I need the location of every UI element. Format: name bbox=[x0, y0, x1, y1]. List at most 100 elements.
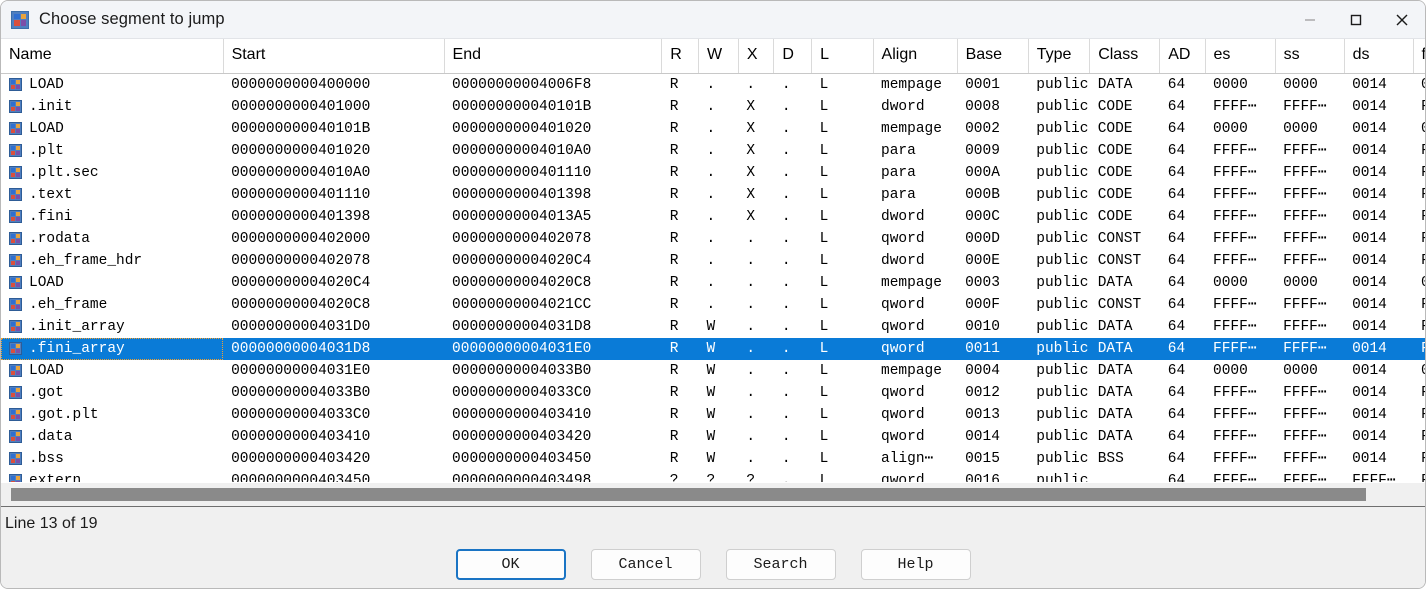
cell-name: .fini bbox=[1, 206, 223, 228]
table-row[interactable]: .plt000000000040102000000000004010A0R.X.… bbox=[1, 140, 1425, 162]
cell-ss: FFFF⋯ bbox=[1275, 162, 1344, 184]
table-row[interactable]: .eh_frame00000000004020C800000000004021C… bbox=[1, 294, 1425, 316]
cell-fs: FFFF⋯ bbox=[1413, 140, 1425, 162]
column-header-align[interactable]: Align bbox=[873, 39, 957, 73]
horizontal-scrollbar[interactable] bbox=[1, 482, 1425, 506]
cell-w: . bbox=[698, 250, 738, 272]
dialog-button-bar: OK Cancel Search Help bbox=[1, 540, 1425, 588]
title-bar: Choose segment to jump bbox=[1, 1, 1425, 39]
cell-r: R bbox=[662, 272, 699, 294]
cell-base: 0015 bbox=[957, 448, 1028, 470]
cell-w: . bbox=[698, 96, 738, 118]
cell-ss: FFFF⋯ bbox=[1275, 228, 1344, 250]
segment-name-label: LOAD bbox=[29, 273, 64, 293]
segment-table-area[interactable]: Name Start End R W X D L Align Base Type… bbox=[1, 39, 1425, 482]
cell-base: 000A bbox=[957, 162, 1028, 184]
cell-d: . bbox=[774, 73, 812, 96]
maximize-icon[interactable] bbox=[1333, 1, 1379, 39]
column-header-r[interactable]: R bbox=[662, 39, 699, 73]
column-header-base[interactable]: Base bbox=[957, 39, 1028, 73]
column-header-w[interactable]: W bbox=[698, 39, 738, 73]
minimize-icon[interactable] bbox=[1287, 1, 1333, 39]
search-button[interactable]: Search bbox=[726, 549, 836, 580]
table-row[interactable]: .data00000000004034100000000000403420RW.… bbox=[1, 426, 1425, 448]
table-row[interactable]: .got.plt00000000004033C00000000000403410… bbox=[1, 404, 1425, 426]
cell-w: . bbox=[698, 140, 738, 162]
cell-ss: FFFF⋯ bbox=[1275, 294, 1344, 316]
cell-start: 00000000004033B0 bbox=[223, 382, 444, 404]
table-row[interactable]: extern00000000004034500000000000403498??… bbox=[1, 470, 1425, 483]
cell-type: public bbox=[1028, 382, 1089, 404]
cell-d: . bbox=[774, 228, 812, 250]
column-header-l[interactable]: L bbox=[812, 39, 873, 73]
cell-base: 0013 bbox=[957, 404, 1028, 426]
cell-name: extern bbox=[1, 470, 223, 483]
column-header-d[interactable]: D bbox=[774, 39, 812, 73]
cell-type: public bbox=[1028, 206, 1089, 228]
cell-l: L bbox=[812, 294, 873, 316]
table-row[interactable]: .rodata00000000004020000000000000402078R… bbox=[1, 228, 1425, 250]
cell-d: . bbox=[774, 96, 812, 118]
help-button[interactable]: Help bbox=[861, 549, 971, 580]
cell-es: FFFF⋯ bbox=[1205, 470, 1275, 483]
table-row[interactable]: .text00000000004011100000000000401398R.X… bbox=[1, 184, 1425, 206]
cell-es: FFFF⋯ bbox=[1205, 294, 1275, 316]
cell-ad: 64 bbox=[1160, 118, 1205, 140]
cell-type: public bbox=[1028, 96, 1089, 118]
column-header-ad[interactable]: AD bbox=[1160, 39, 1205, 73]
segment-icon bbox=[9, 100, 22, 113]
segment-name-label: LOAD bbox=[29, 361, 64, 381]
cancel-button[interactable]: Cancel bbox=[591, 549, 701, 580]
column-header-ds[interactable]: ds bbox=[1344, 39, 1413, 73]
column-header-es[interactable]: es bbox=[1205, 39, 1275, 73]
cell-r: R bbox=[662, 140, 699, 162]
cell-name: .init bbox=[1, 96, 223, 118]
column-header-end[interactable]: End bbox=[444, 39, 662, 73]
ok-button[interactable]: OK bbox=[456, 549, 566, 580]
table-row[interactable]: LOAD000000000040000000000000004006F8R...… bbox=[1, 73, 1425, 96]
scrollbar-thumb[interactable] bbox=[11, 488, 1366, 501]
segment-icon bbox=[9, 232, 22, 245]
cell-ad: 64 bbox=[1160, 96, 1205, 118]
column-header-class[interactable]: Class bbox=[1090, 39, 1160, 73]
cell-base: 000C bbox=[957, 206, 1028, 228]
table-row[interactable]: .init_array00000000004031D00000000000403… bbox=[1, 316, 1425, 338]
cell-end: 0000000000401020 bbox=[444, 118, 662, 140]
table-row[interactable]: .eh_frame_hdr000000000040207800000000004… bbox=[1, 250, 1425, 272]
column-header-ss[interactable]: ss bbox=[1275, 39, 1344, 73]
segment-name-label: .data bbox=[29, 427, 73, 447]
scrollbar-track[interactable] bbox=[11, 488, 1415, 501]
cell-es: FFFF⋯ bbox=[1205, 404, 1275, 426]
cell-ds: 0014 bbox=[1344, 360, 1413, 382]
cell-fs: 0000 bbox=[1413, 360, 1425, 382]
close-icon[interactable] bbox=[1379, 1, 1425, 39]
table-row[interactable]: .plt.sec00000000004010A00000000000401110… bbox=[1, 162, 1425, 184]
column-header-fs[interactable]: fs bbox=[1413, 39, 1425, 73]
cell-ds: 0014 bbox=[1344, 184, 1413, 206]
cell-ds: 0014 bbox=[1344, 294, 1413, 316]
cell-w: . bbox=[698, 118, 738, 140]
cell-base: 0012 bbox=[957, 382, 1028, 404]
column-header-type[interactable]: Type bbox=[1028, 39, 1089, 73]
table-row[interactable]: LOAD00000000004020C400000000004020C8R...… bbox=[1, 272, 1425, 294]
table-row[interactable]: .got00000000004033B000000000004033C0RW..… bbox=[1, 382, 1425, 404]
cell-end: 000000000040101B bbox=[444, 96, 662, 118]
table-row[interactable]: .fini_array00000000004031D80000000000403… bbox=[1, 338, 1425, 360]
cell-start: 0000000000401000 bbox=[223, 96, 444, 118]
table-row[interactable]: .bss00000000004034200000000000403450RW..… bbox=[1, 448, 1425, 470]
column-header-x[interactable]: X bbox=[738, 39, 774, 73]
cell-l: L bbox=[812, 338, 873, 360]
column-header-name[interactable]: Name bbox=[1, 39, 223, 73]
segment-name-label: .init bbox=[29, 97, 73, 117]
table-row[interactable]: LOAD000000000040101B0000000000401020R.X.… bbox=[1, 118, 1425, 140]
column-header-start[interactable]: Start bbox=[223, 39, 444, 73]
cell-type: public bbox=[1028, 73, 1089, 96]
table-row[interactable]: .init0000000000401000000000000040101BR.X… bbox=[1, 96, 1425, 118]
cell-end: 0000000000402078 bbox=[444, 228, 662, 250]
cell-class: DATA bbox=[1090, 382, 1160, 404]
cell-ss: 0000 bbox=[1275, 272, 1344, 294]
table-row[interactable]: .fini000000000040139800000000004013A5R.X… bbox=[1, 206, 1425, 228]
table-row[interactable]: LOAD00000000004031E000000000004033B0RW..… bbox=[1, 360, 1425, 382]
cell-ds: 0014 bbox=[1344, 426, 1413, 448]
cell-start: 00000000004031E0 bbox=[223, 360, 444, 382]
